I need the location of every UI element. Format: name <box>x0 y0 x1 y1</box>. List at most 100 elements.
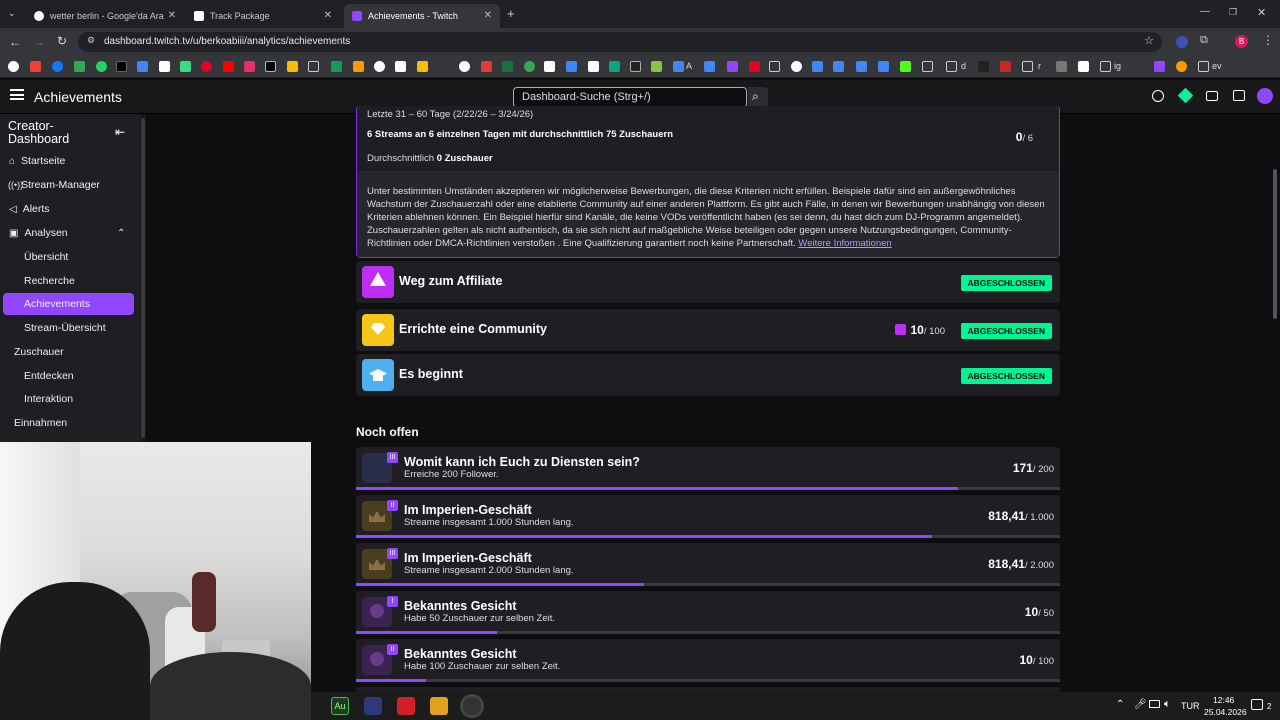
bookmark-r-label[interactable]: r <box>1038 61 1041 71</box>
bookmark-gemini-icon[interactable] <box>812 61 823 72</box>
sidebar-item-stream-uebersicht[interactable]: Stream-Übersicht <box>0 317 140 339</box>
inbox-icon[interactable] <box>1206 91 1218 101</box>
bits-icon[interactable] <box>1177 87 1194 104</box>
open-achievement-row[interactable]: II Bekanntes Gesicht Habe 100 Zuschauer … <box>356 639 1060 682</box>
bookmark-docs6-icon[interactable] <box>878 61 889 72</box>
audition-app-icon[interactable]: Au <box>331 697 349 715</box>
language-indicator[interactable]: TUR <box>1181 701 1200 711</box>
search-button[interactable]: ⌕ <box>748 87 768 108</box>
bookmark-folder-icon[interactable] <box>308 61 319 72</box>
bookmark-gmail-icon[interactable] <box>30 61 41 72</box>
extensions-puzzle-icon[interactable]: ⧉ <box>1200 34 1208 47</box>
clock-time[interactable]: 12:46 <box>1213 695 1234 705</box>
url-field[interactable]: ⚙ dashboard.twitch.tv/u/berkoabiii/analy… <box>78 32 1162 52</box>
bookmark-x2-icon[interactable] <box>1000 61 1011 72</box>
bookmark-pinterest-icon[interactable] <box>201 61 212 72</box>
user-avatar[interactable] <box>1257 88 1273 104</box>
tab-achievements[interactable]: Achievements - Twitch ✕ <box>344 4 500 28</box>
app-red-icon[interactable] <box>397 697 415 715</box>
bookmark-star-icon[interactable]: ☆ <box>1144 34 1154 47</box>
profile-avatar[interactable]: B <box>1235 35 1248 48</box>
bookmark-stripe-icon[interactable] <box>1078 61 1089 72</box>
app-yellow-icon[interactable] <box>430 697 448 715</box>
bookmark-youtube-icon[interactable] <box>223 61 234 72</box>
sidebar-item-alerts[interactable]: ◁ Alerts <box>0 198 140 220</box>
bookmark-keep-icon[interactable] <box>287 61 298 72</box>
bookmark-maps-icon[interactable] <box>74 61 85 72</box>
dashboard-search-input[interactable]: Dashboard-Suche (Strg+/) <box>513 87 747 108</box>
bookmark-folder3-icon[interactable] <box>922 61 933 72</box>
bookmark-docs4-icon[interactable] <box>833 61 844 72</box>
bookmark-notes-icon[interactable] <box>588 61 599 72</box>
clock-date[interactable]: 25.04.2026 <box>1204 707 1247 717</box>
bookmark-orange-icon[interactable] <box>1176 61 1187 72</box>
sidebar-item-zuschauer[interactable]: Zuschauer <box>0 341 140 363</box>
sidebar-item-uebersicht[interactable]: Übersicht <box>0 246 140 268</box>
bookmark-chrome-icon[interactable] <box>374 61 385 72</box>
bookmark-docs3-icon[interactable] <box>704 61 715 72</box>
window-close-icon[interactable]: ✕ <box>1257 6 1266 19</box>
main-scrollbar[interactable] <box>1270 114 1280 692</box>
bookmark-instagram-icon[interactable] <box>244 61 255 72</box>
more-info-link[interactable]: Weitere Informationen <box>798 238 891 249</box>
help-icon[interactable] <box>1152 90 1164 102</box>
site-info-icon[interactable]: ⚙ <box>87 35 95 46</box>
bookmark-google-icon[interactable] <box>8 61 19 72</box>
bookmark-tb-icon[interactable] <box>978 61 989 72</box>
tray-chevron-icon[interactable]: ⌃ <box>1116 699 1124 710</box>
minimize-icon[interactable]: — <box>1200 6 1210 17</box>
monitor-icon[interactable] <box>1149 700 1160 708</box>
bookmark-info-icon[interactable] <box>459 61 470 72</box>
bookmark-wiki-icon[interactable] <box>395 61 406 72</box>
bookmark-folder7-icon[interactable] <box>1198 61 1209 72</box>
bookmark-x-icon[interactable] <box>116 61 127 72</box>
bookmark-folder2-icon[interactable] <box>769 61 780 72</box>
restore-icon[interactable]: ❐ <box>1229 7 1237 18</box>
sidebar-item-recherche[interactable]: Recherche <box>0 270 140 292</box>
sidebar-item-entdecken[interactable]: Entdecken <box>0 365 140 387</box>
obs-app-icon[interactable] <box>463 697 481 715</box>
bookmark-shopping-icon[interactable] <box>159 61 170 72</box>
tab-track-package[interactable]: Track Package ✕ <box>186 4 340 28</box>
bookmark-twitch-icon[interactable] <box>727 61 738 72</box>
new-tab-icon[interactable]: + <box>507 6 515 21</box>
bookmark-folder6-icon[interactable] <box>1100 61 1111 72</box>
back-icon[interactable]: ← <box>9 35 21 49</box>
sidebar-item-startseite[interactable]: ⌂ Startseite <box>0 150 140 172</box>
menu-dots-icon[interactable]: ⋮ <box>1262 33 1274 47</box>
achievement-card-affiliate[interactable]: Weg zum Affiliate ABGESCHLOSSEN <box>356 261 1060 303</box>
extension-icon[interactable] <box>1176 36 1188 48</box>
close-icon[interactable]: ✕ <box>168 10 176 21</box>
achievement-card-community[interactable]: Errichte eine Community 10/ 100 ABGESCHL… <box>356 309 1060 351</box>
notification-icon[interactable] <box>1251 699 1263 710</box>
sidebar-scrollbar[interactable] <box>140 114 146 442</box>
volume-icon[interactable]: 🔈︎ <box>1164 698 1171 711</box>
forward-icon[interactable]: → <box>33 35 45 49</box>
bookmark-tiktok-icon[interactable] <box>265 61 276 72</box>
bookmark-ev-label[interactable]: ev <box>1212 61 1222 71</box>
sidebar-item-achievements[interactable]: Achievements <box>3 293 134 315</box>
bookmark-circle-icon[interactable] <box>791 61 802 72</box>
bookmark-maps-pin-icon[interactable] <box>524 61 535 72</box>
app-blue-icon[interactable] <box>364 697 382 715</box>
bookmark-translate2-icon[interactable] <box>566 61 577 72</box>
sidebar-item-analysen[interactable]: ▣ Analysen ⌃ <box>0 222 140 244</box>
microphone-icon[interactable]: 🎤︎ <box>1134 699 1147 710</box>
bookmark-folder4-icon[interactable] <box>946 61 957 72</box>
open-achievement-row[interactable]: III Womit kann ich Euch zu Diensten sein… <box>356 447 1060 490</box>
tab-google[interactable]: wetter berlin - Google'da Ara ✕ <box>26 4 184 28</box>
bookmark-drive-icon[interactable] <box>331 61 342 72</box>
open-achievement-row[interactable]: I Bekanntes Gesicht Habe 50 Zuschauer zu… <box>356 591 1060 634</box>
bookmark-translate-icon[interactable] <box>137 61 148 72</box>
close-icon[interactable]: ✕ <box>484 10 492 21</box>
bookmark-gray-icon[interactable] <box>1056 61 1067 72</box>
bookmark-docs2-icon[interactable] <box>673 61 684 72</box>
bookmark-news-icon[interactable] <box>544 61 555 72</box>
bookmark-amazon-icon[interactable] <box>353 61 364 72</box>
sidebar-item-interaktion[interactable]: Interaktion <box>0 388 140 410</box>
bookmark-facebook-icon[interactable] <box>52 61 63 72</box>
whispers-icon[interactable] <box>1233 90 1245 101</box>
bookmark-ig-label[interactable]: ig <box>1114 61 1121 71</box>
reload-icon[interactable]: ↻ <box>57 34 67 48</box>
bookmark-docs-icon[interactable] <box>417 61 428 72</box>
